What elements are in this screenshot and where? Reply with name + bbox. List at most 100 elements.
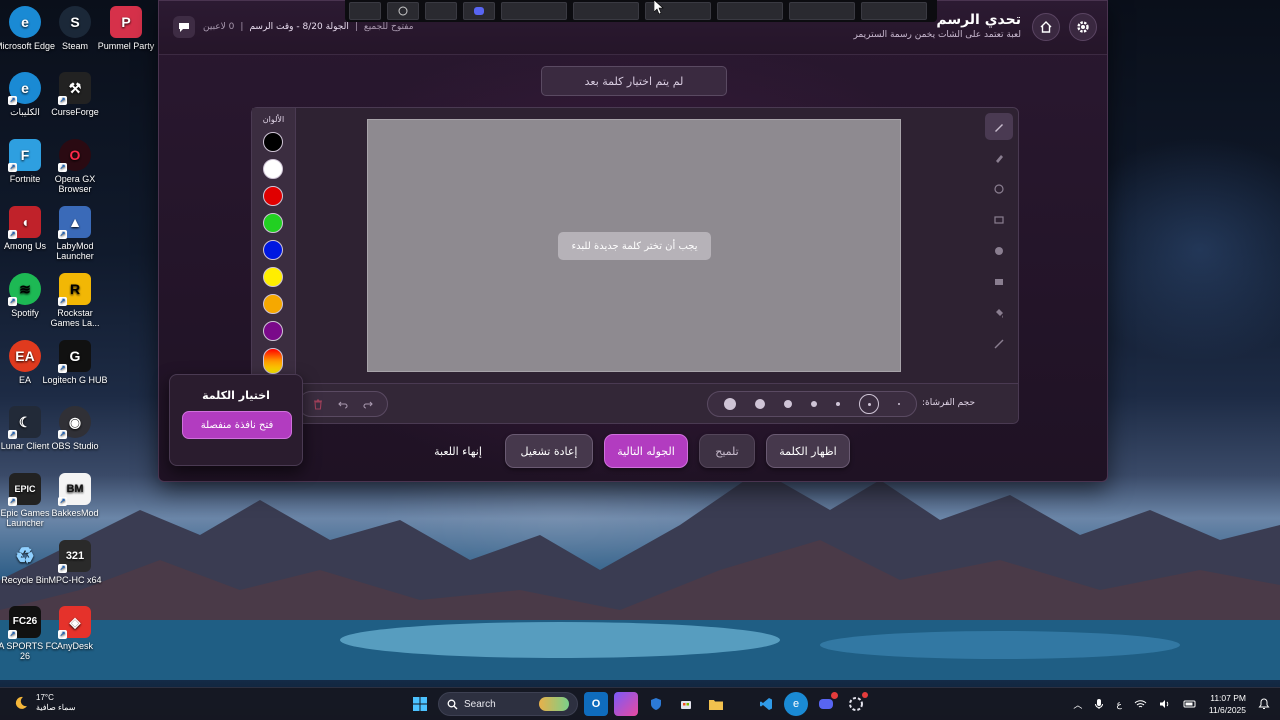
brush-size-m[interactable] <box>783 400 792 408</box>
hint-button[interactable]: تلميح <box>699 434 755 468</box>
color-swatch-orange[interactable] <box>263 294 283 314</box>
overlay-slot[interactable] <box>349 2 381 20</box>
restart-button[interactable]: إعادة تشغيل <box>505 434 593 468</box>
trash-icon[interactable] <box>312 398 324 410</box>
defender-icon[interactable] <box>644 692 668 716</box>
start-button[interactable] <box>408 692 432 716</box>
color-swatch-red[interactable] <box>263 186 283 206</box>
overlay-slot[interactable] <box>789 2 855 20</box>
weather-description: سماء صافية <box>36 703 76 712</box>
desktop-icon-pummel-party[interactable]: P Pummel Party <box>93 6 159 51</box>
tool-rectangle[interactable] <box>985 206 1013 233</box>
app-active-taskbar-icon[interactable] <box>844 692 868 716</box>
overlay-slot[interactable] <box>861 2 927 20</box>
taskbar-apps: Search O e <box>408 692 868 716</box>
tool-line[interactable] <box>985 330 1013 357</box>
overlay-slot[interactable] <box>501 2 567 20</box>
labymod-icon: ▲ ↗ <box>58 206 91 239</box>
end-game-button[interactable]: إنهاء اللعبة <box>421 434 495 468</box>
copilot-icon[interactable] <box>614 692 638 716</box>
desktop-icon-mpc-hc[interactable]: 321 ↗ MPC-HC x64 <box>42 540 108 585</box>
store-icon[interactable] <box>674 692 698 716</box>
amongus-icon: ◖ ↗ <box>8 206 41 239</box>
chat-toggle-button[interactable] <box>173 16 195 38</box>
notification-bell-icon[interactable] <box>1258 698 1270 710</box>
opera-icon: O ↗ <box>58 139 91 172</box>
vscode-icon[interactable] <box>754 692 778 716</box>
overlay-slot[interactable] <box>463 2 495 20</box>
open-separate-window-button[interactable]: فتح نافذة منفصلة <box>182 411 292 439</box>
brush-size-l[interactable] <box>754 399 765 409</box>
overlay-slot[interactable] <box>425 2 457 20</box>
color-swatch-yellow[interactable] <box>263 267 283 287</box>
edge-taskbar-icon[interactable]: e <box>784 692 808 716</box>
desktop-icon-labymod[interactable]: ▲ ↗ LabyMod Launcher <box>42 206 108 261</box>
next-round-button[interactable]: الجوله التالية <box>604 434 688 468</box>
language-indicator[interactable]: ع <box>1116 699 1121 710</box>
discord-icon <box>474 7 484 15</box>
wifi-icon[interactable] <box>1134 699 1147 709</box>
tool-filled-rectangle[interactable] <box>985 268 1013 295</box>
desktop-icon-rockstar[interactable]: R ↗ Rockstar Games La... <box>42 273 108 328</box>
brush-size-s[interactable] <box>810 401 817 407</box>
eraser-icon <box>996 154 1003 163</box>
drawing-board: الألوان يجب أن تختر كلمة جديدة للبدء حجم… <box>251 107 1019 424</box>
brush-size-xs[interactable] <box>836 402 841 406</box>
tool-fill[interactable] <box>985 299 1013 326</box>
drawing-canvas[interactable]: يجب أن تختر كلمة جديدة للبدء <box>367 119 901 372</box>
windows-icon <box>413 697 427 711</box>
color-swatch-green[interactable] <box>263 213 283 233</box>
tool-eraser[interactable] <box>985 144 1013 171</box>
redo-icon[interactable] <box>362 398 374 410</box>
desktop-icon-curseforge[interactable]: ⚒ ↗ CurseForge <box>42 72 108 117</box>
overlay-slot[interactable] <box>573 2 639 20</box>
mpc-icon: 321 ↗ <box>58 540 91 573</box>
desktop-icon-opera-gx[interactable]: O ↗ Opera GX Browser <box>42 139 108 194</box>
mouse-cursor-icon <box>654 0 664 14</box>
tool-circle[interactable] <box>985 175 1013 202</box>
color-swatch-purple[interactable] <box>263 321 283 341</box>
ea-icon: EA <box>9 340 41 372</box>
discord-taskbar-icon[interactable] <box>814 692 838 716</box>
settings-button[interactable] <box>1069 13 1097 41</box>
desktop-icon-label: Logitech G HUB <box>42 375 108 385</box>
fill-icon <box>996 308 1003 318</box>
tool-filled-circle[interactable] <box>985 237 1013 264</box>
brush-size-xl[interactable] <box>723 398 736 410</box>
desktop-icon-bakkesmod[interactable]: BM ↗ BakkesMod <box>42 473 108 518</box>
brush-size-selected[interactable] <box>859 394 880 414</box>
brush-size-xxs[interactable] <box>898 403 901 405</box>
undo-icon[interactable] <box>337 398 349 410</box>
spotify-icon: ≋ ↗ <box>8 273 41 306</box>
desktop-icon-label: Pummel Party <box>97 41 155 51</box>
tool-brush[interactable] <box>985 113 1013 140</box>
clock-date: 11/6/2025 <box>1208 705 1246 715</box>
volume-icon[interactable] <box>1159 699 1171 709</box>
clock[interactable]: 11:07 PM 11/6/2025 <box>1209 692 1246 716</box>
color-swatch-black[interactable] <box>263 132 283 152</box>
desktop-icon-anydesk[interactable]: ◈ ↗ AnyDesk <box>42 606 108 651</box>
tray-overflow-icon[interactable]: ︿ <box>1073 698 1082 711</box>
outlook-icon[interactable]: O <box>584 692 608 716</box>
microphone-icon[interactable] <box>1094 698 1104 710</box>
desktop-icon-logitech[interactable]: G ↗ Logitech G HUB <box>42 340 108 385</box>
battery-icon[interactable] <box>1183 699 1197 709</box>
file-explorer-icon[interactable] <box>704 692 728 716</box>
overlay-slot[interactable] <box>717 2 783 20</box>
color-swatch-white[interactable] <box>263 159 283 179</box>
filled-rectangle-icon <box>995 278 1003 285</box>
desktop-icon-label: AnyDesk <box>56 641 93 651</box>
pummel-icon: P <box>110 6 142 38</box>
overlay-slot[interactable] <box>387 2 419 20</box>
lunar-icon: ☾ ↗ <box>8 406 41 439</box>
home-button[interactable] <box>1032 13 1060 41</box>
chooser-title: اختيار الكلمة <box>202 389 270 402</box>
show-word-button[interactable]: اظهار الكلمة <box>766 434 850 468</box>
round-label: الجولة 8/20 - وقت الرسم <box>249 22 349 32</box>
weather-widget[interactable]: 17°C سماء صافية <box>12 693 76 713</box>
taskbar-search[interactable]: Search <box>438 692 578 716</box>
desktop-icon-grid: e Microsoft Edge S Steam P Pummel Party … <box>0 0 160 680</box>
color-swatch-blue[interactable] <box>263 240 283 260</box>
desktop-icon-obs[interactable]: ◉ ↗ OBS Studio <box>42 406 108 451</box>
custom-color-picker[interactable] <box>263 348 283 374</box>
